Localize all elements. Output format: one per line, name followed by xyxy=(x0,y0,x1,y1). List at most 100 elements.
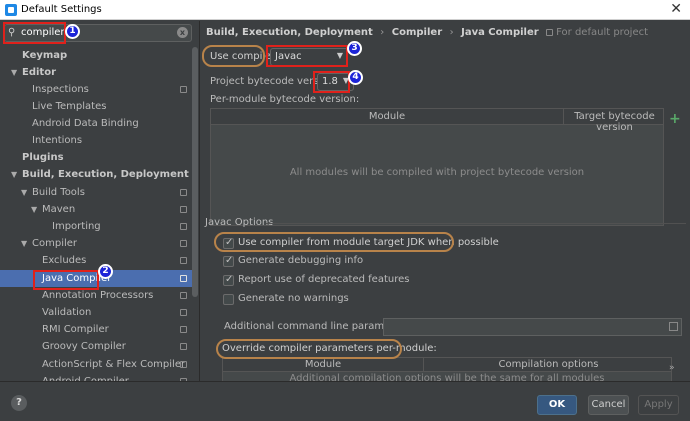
override-table-header: Module Compilation options xyxy=(223,358,671,372)
settings-tree-panel: ⚲ compiler x Keymap ▼ Editor Inspections Liv… xyxy=(0,21,199,381)
sidebar-item-actionscript-flex-compiler[interactable]: ActionScript & Flex Compiler xyxy=(0,356,195,373)
tree-scrollbar[interactable] xyxy=(192,47,198,297)
sidebar-item-plugins[interactable]: Plugins xyxy=(0,149,195,166)
breadcrumb-separator: › xyxy=(449,27,454,38)
sidebar-item-inspections[interactable]: Inspections xyxy=(0,81,195,98)
col-module[interactable]: Module xyxy=(223,359,423,370)
chevron-down-icon[interactable]: ▼ xyxy=(31,201,37,218)
per-module-table-header: Module Target bytecode version xyxy=(211,109,665,133)
per-module-table[interactable]: Module Target bytecode version All modul… xyxy=(210,108,664,226)
search-input[interactable]: compiler xyxy=(21,27,65,38)
project-scope-icon xyxy=(180,275,187,282)
breadcrumb-separator: › xyxy=(380,27,385,38)
breadcrumb: Build, Execution, Deployment › Compiler … xyxy=(206,27,656,38)
search-icon: ⚲ xyxy=(8,27,16,38)
sidebar-item-label: RMI Compiler xyxy=(42,324,109,335)
col-module[interactable]: Module xyxy=(211,111,563,122)
bytecode-version-value: 1.8 xyxy=(322,76,338,87)
sidebar-item-excludes[interactable]: Excludes xyxy=(0,252,195,269)
project-scope-icon xyxy=(180,86,187,93)
sidebar-item-intentions[interactable]: Intentions xyxy=(0,132,195,149)
ok-button[interactable]: OK xyxy=(537,395,577,415)
badge-1: 1 xyxy=(65,24,80,39)
cancel-button[interactable]: Cancel xyxy=(588,395,629,415)
project-scope-icon xyxy=(180,292,187,299)
apply-button[interactable]: Apply xyxy=(638,395,679,415)
sidebar-item-live-templates[interactable]: Live Templates xyxy=(0,98,195,115)
sidebar-item-android-compiler[interactable]: Android Compiler xyxy=(0,373,195,381)
sidebar-item-label: Groovy Compiler xyxy=(42,341,126,352)
per-module-empty-text: All modules will be compiled with projec… xyxy=(289,167,585,178)
java-compiler-settings: Build, Execution, Deployment › Compiler … xyxy=(199,21,690,381)
sidebar-item-label: Maven xyxy=(42,204,76,215)
sidebar-item-keymap[interactable]: Keymap xyxy=(0,47,195,64)
app-icon xyxy=(5,4,17,16)
sidebar-item-label: Plugins xyxy=(22,152,64,163)
override-table[interactable]: Module Compilation options Additional co… xyxy=(222,357,672,381)
chevron-down-icon[interactable]: ▼ xyxy=(21,184,27,201)
default-project-note: For default project xyxy=(546,27,652,38)
sidebar-item-label: Build, Execution, Deployment xyxy=(22,169,189,180)
option-checkbox[interactable] xyxy=(223,255,234,267)
col-compilation-options[interactable]: Compilation options xyxy=(423,358,673,372)
chevron-down-icon[interactable]: ▼ xyxy=(11,64,17,81)
close-icon[interactable]: ✕ xyxy=(670,1,682,17)
sidebar-item-build-tools[interactable]: ▼ Build Tools xyxy=(0,184,195,201)
sidebar-item-importing[interactable]: Importing xyxy=(0,218,195,235)
project-scope-icon xyxy=(180,309,187,316)
expand-icon[interactable] xyxy=(669,322,678,331)
use-compiler-label: Use compiler: xyxy=(210,51,279,62)
sidebar-item-maven[interactable]: ▼ Maven xyxy=(0,201,195,218)
dialog-footer: ? OK Cancel Apply xyxy=(0,381,690,421)
override-empty-text: Additional compilation options will be t… xyxy=(289,373,605,381)
sidebar-item-label: Intentions xyxy=(32,135,83,146)
sidebar-item-annotation-processors[interactable]: Annotation Processors xyxy=(0,287,195,304)
sidebar-item-label: Compiler xyxy=(32,238,78,249)
sidebar-item-label: Annotation Processors xyxy=(42,290,154,301)
breadcrumb-compiler: Compiler xyxy=(391,27,443,38)
window-title: Default Settings xyxy=(21,4,102,15)
sidebar-item-label: Importing xyxy=(52,221,101,232)
chevron-down-icon[interactable]: ▼ xyxy=(11,166,17,183)
cmd-params-input[interactable] xyxy=(383,318,682,336)
sidebar-item-label: Android Compiler xyxy=(42,373,129,381)
option-label: Generate debugging info xyxy=(238,255,364,266)
badge-3: 3 xyxy=(347,41,362,56)
sidebar-item-label: ActionScript & Flex Compiler xyxy=(42,359,186,370)
clear-search-icon[interactable]: x xyxy=(177,27,188,38)
sidebar-item-validation[interactable]: Validation xyxy=(0,304,195,321)
project-scope-icon xyxy=(180,257,187,264)
option-label: Report use of deprecated features xyxy=(238,274,410,285)
sidebar-item-android-data-binding[interactable]: Android Data Binding xyxy=(0,115,195,132)
sidebar-item-label: Keymap xyxy=(22,50,68,61)
sidebar-item-label: Excludes xyxy=(42,255,87,266)
sidebar-item-build-execution-deployment[interactable]: ▼ Build, Execution, Deployment xyxy=(0,166,195,183)
use-compiler-select[interactable]: Javac ▼ xyxy=(270,48,348,66)
sidebar-item-editor[interactable]: ▼ Editor xyxy=(0,64,195,81)
search-field[interactable]: ⚲ compiler x xyxy=(4,24,192,42)
option-label: Generate no warnings xyxy=(238,293,349,304)
option-checkbox[interactable] xyxy=(223,274,234,286)
title-bar: Default Settings ✕ xyxy=(0,0,690,20)
section-divider xyxy=(266,223,686,224)
sidebar-item-rmi-compiler[interactable]: RMI Compiler xyxy=(0,321,195,338)
badge-2: 2 xyxy=(98,264,113,279)
chevron-right-icon[interactable]: » xyxy=(669,363,675,373)
sidebar-item-groovy-compiler[interactable]: Groovy Compiler xyxy=(0,338,195,355)
sidebar-item-label: Live Templates xyxy=(32,101,107,112)
project-scope-icon xyxy=(180,206,187,213)
sidebar-item-label: Validation xyxy=(42,307,92,318)
option-checkbox[interactable] xyxy=(223,237,234,249)
per-module-label: Per-module bytecode version: xyxy=(210,94,360,105)
option-checkbox[interactable] xyxy=(223,294,234,305)
chevron-down-icon[interactable]: ▼ xyxy=(21,235,27,252)
breadcrumb-java-compiler: Java Compiler xyxy=(461,27,539,38)
sidebar-item-compiler[interactable]: ▼ Compiler xyxy=(0,235,195,252)
help-icon[interactable]: ? xyxy=(11,395,27,411)
project-scope-icon xyxy=(180,326,187,333)
add-icon[interactable]: + xyxy=(669,111,681,127)
col-target-bytecode[interactable]: Target bytecode version xyxy=(563,109,665,133)
sidebar-item-label: Editor xyxy=(22,67,56,78)
project-scope-icon xyxy=(180,240,187,247)
project-scope-icon xyxy=(180,189,187,196)
